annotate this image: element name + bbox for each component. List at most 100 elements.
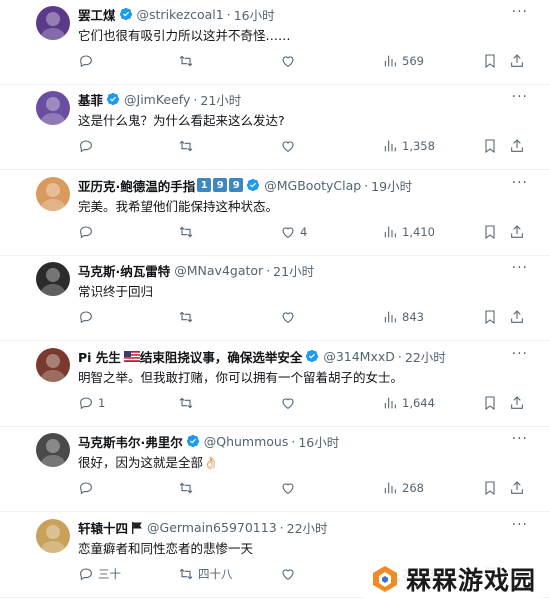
avatar-image	[36, 433, 70, 467]
timestamp[interactable]: 22小时	[405, 347, 446, 366]
reply-button[interactable]	[78, 308, 98, 326]
user-handle[interactable]: @JimKeefy	[124, 92, 190, 107]
reply-tweet[interactable]: Pi 先生 结束阻挠议事，确保选举安全 @314MxxD · 22小时 ··· 明智之举。但…	[0, 342, 550, 427]
retweet-button[interactable]	[178, 479, 198, 497]
user-handle[interactable]: @strikezcoal1	[137, 7, 224, 22]
retweet-button[interactable]: 四十八	[178, 565, 233, 583]
avatar[interactable]	[36, 519, 70, 553]
like-button[interactable]: 4	[280, 223, 307, 241]
tweet-actions: 268	[0, 479, 550, 497]
more-options-icon[interactable]: ···	[512, 4, 528, 20]
retweet-button[interactable]	[178, 308, 198, 326]
bookmark-button[interactable]	[482, 308, 498, 326]
tweet-actions: 1,358	[0, 137, 550, 155]
share-button[interactable]	[509, 394, 525, 412]
bookmark-button[interactable]	[482, 479, 498, 497]
more-options-icon[interactable]: ···	[512, 431, 528, 447]
views-button[interactable]: 268	[382, 479, 424, 497]
display-name[interactable]: 马克斯韦尔·弗里尔	[78, 432, 183, 451]
share-button[interactable]	[509, 479, 525, 497]
display-name[interactable]: 基菲	[78, 90, 103, 109]
more-options-icon[interactable]: ···	[512, 175, 528, 191]
retweet-icon	[179, 568, 193, 580]
reply-tweet[interactable]: 马克斯·纳瓦雷特 @MNav4gator · 21小时 ··· 常识终于回归 843	[0, 256, 550, 341]
reply-button[interactable]	[78, 52, 98, 70]
timestamp[interactable]: 19小时	[371, 176, 412, 195]
share-button[interactable]	[509, 223, 525, 241]
like-button[interactable]	[280, 52, 300, 70]
reply-button[interactable]	[78, 479, 98, 497]
reply-tweet[interactable]: 罢工煤 @strikezcoal1 · 16小时 ··· 它们也很有吸引力所以这并不奇怪……	[0, 0, 550, 85]
more-options-icon[interactable]: ···	[512, 517, 528, 533]
avatar[interactable]	[36, 91, 70, 125]
retweet-button[interactable]	[178, 137, 198, 155]
timestamp[interactable]: 16小时	[234, 5, 275, 24]
timestamp[interactable]: 16小时	[298, 432, 339, 451]
more-options-icon[interactable]: ···	[512, 346, 528, 362]
display-name[interactable]: Pi 先生	[78, 347, 121, 366]
like-button[interactable]	[280, 479, 300, 497]
like-heart-icon	[282, 227, 294, 238]
timestamp[interactable]: 21小时	[200, 90, 241, 109]
display-name[interactable]: 轩辕十四	[78, 518, 128, 537]
tweet-text: 它们也很有吸引力所以这并不奇怪……	[78, 28, 291, 43]
views-button[interactable]: 1,358	[382, 137, 435, 155]
retweet-button[interactable]	[178, 223, 198, 241]
reply-icon	[80, 55, 92, 68]
bookmark-button[interactable]	[482, 223, 498, 241]
avatar[interactable]	[36, 348, 70, 382]
user-handle[interactable]: @MNav4gator	[174, 263, 263, 278]
bookmark-button[interactable]	[482, 137, 498, 155]
views-chart-icon	[384, 55, 396, 67]
views-button[interactable]: 1,644	[382, 394, 435, 412]
avatar[interactable]	[36, 177, 70, 211]
reply-count: 三十	[98, 567, 121, 581]
views-chart-icon	[384, 226, 396, 238]
display-name[interactable]: 亚历克·鲍德温的手指	[78, 176, 195, 195]
views-button[interactable]: 1,410	[382, 223, 435, 241]
views-button[interactable]: 569	[382, 52, 424, 70]
reply-button[interactable]	[78, 223, 98, 241]
tweet-header: 马克斯韦尔·弗里尔 @Qhummous · 16小时	[78, 432, 510, 450]
bookmark-button[interactable]	[482, 394, 498, 412]
reply-tweet[interactable]: 马克斯韦尔·弗里尔 @Qhummous · 16小时 ··· 很好，因为这就是全部👌🏻 26…	[0, 427, 550, 512]
user-handle[interactable]: @Germain65970113	[147, 520, 277, 535]
timestamp[interactable]: 22小时	[287, 518, 328, 537]
reply-button[interactable]: 三十	[78, 565, 121, 583]
reply-tweet[interactable]: 亚历克·鲍德温的手指 1 9 9 @MGBootyClap · 19小时 ··· 完美。我希望他…	[0, 171, 550, 256]
avatar[interactable]	[36, 6, 70, 40]
reply-icon	[80, 226, 92, 239]
views-button[interactable]: 843	[382, 308, 424, 326]
display-name[interactable]: 罢工煤	[78, 5, 116, 24]
user-handle[interactable]: @MGBootyClap	[264, 178, 361, 193]
like-button[interactable]	[280, 137, 300, 155]
tweet-actions: 1 1,644	[0, 394, 550, 412]
avatar[interactable]	[36, 262, 70, 296]
display-name-suffix[interactable]: 结束阻挠议事，确保选举安全	[140, 347, 303, 366]
view-count: 268	[402, 481, 424, 495]
display-name[interactable]: 马克斯·纳瓦雷特	[78, 261, 170, 280]
user-handle[interactable]: @Qhummous	[204, 434, 289, 449]
like-button[interactable]	[280, 565, 300, 583]
reply-button[interactable]	[78, 137, 98, 155]
like-heart-icon	[282, 483, 294, 494]
share-button[interactable]	[509, 137, 525, 155]
tweet-text: 明智之举。但我敢打赌，你可以拥有一个留着胡子的女士。	[78, 370, 404, 385]
watermark-logo-icon	[372, 566, 397, 592]
share-button[interactable]	[509, 308, 525, 326]
like-button[interactable]	[280, 308, 300, 326]
reply-tweet[interactable]: 基菲 @JimKeefy · 21小时 ··· 这是什么鬼？为什么看起来这么发达? 1,35…	[0, 85, 550, 170]
like-button[interactable]	[280, 394, 300, 412]
retweet-button[interactable]	[178, 394, 198, 412]
user-handle[interactable]: @314MxxD	[323, 349, 395, 364]
reply-button[interactable]: 1	[78, 394, 105, 412]
retweet-button[interactable]	[178, 52, 198, 70]
more-options-icon[interactable]: ···	[512, 89, 528, 105]
bookmark-button[interactable]	[482, 52, 498, 70]
timestamp[interactable]: 21小时	[273, 261, 314, 280]
more-options-icon[interactable]: ···	[512, 260, 528, 276]
tweet-header: 轩辕十四 @Germain65970113 · 22小时	[78, 518, 510, 536]
share-button[interactable]	[509, 52, 525, 70]
avatar[interactable]	[36, 433, 70, 467]
like-count: 4	[300, 225, 308, 239]
